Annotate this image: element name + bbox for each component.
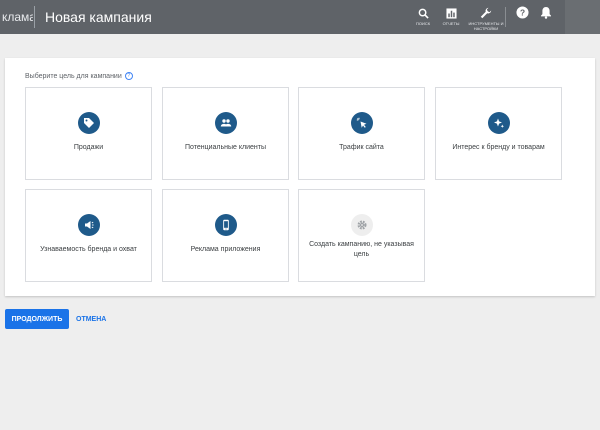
people-icon bbox=[215, 112, 237, 134]
goal-app-promotion[interactable]: Реклама приложения bbox=[162, 189, 289, 282]
goal-label: Реклама приложения bbox=[190, 246, 261, 253]
help-icon: ? bbox=[515, 6, 529, 24]
header-divider bbox=[34, 6, 35, 28]
help-button[interactable]: ? bbox=[515, 6, 529, 24]
goal-brand-awareness[interactable]: Узнаваемость бренда и охват bbox=[25, 189, 152, 282]
goal-brand-consideration[interactable]: Интерес к бренду и товарам bbox=[435, 87, 562, 180]
goal-selection-card: Выберите цель для кампании ? Продажи Пот… bbox=[5, 58, 595, 296]
phone-icon bbox=[215, 214, 237, 236]
page-title: Новая кампания bbox=[45, 9, 152, 25]
goal-sales[interactable]: Продажи bbox=[25, 87, 152, 180]
goal-label: Интерес к бренду и товарам bbox=[452, 144, 545, 151]
cancel-button[interactable]: ОТМЕНА bbox=[76, 309, 106, 329]
sparkle-icon bbox=[488, 112, 510, 134]
tag-icon bbox=[78, 112, 100, 134]
search-tool-button[interactable]: поиск bbox=[410, 0, 436, 26]
brand-name[interactable]: клама bbox=[0, 10, 33, 24]
goal-leads[interactable]: Потенциальные клиенты bbox=[162, 87, 289, 180]
megaphone-icon bbox=[78, 214, 100, 236]
header-separator bbox=[505, 7, 506, 27]
goal-label: Трафик сайта bbox=[339, 144, 384, 151]
header-tools: поиск отчеты инструменты и настройки bbox=[410, 0, 506, 34]
reports-tool-label: отчеты bbox=[442, 21, 460, 26]
tools-settings-label: инструменты и настройки bbox=[468, 21, 504, 31]
top-bar: клама Новая кампания bbox=[0, 0, 600, 34]
reports-tool-button[interactable]: отчеты bbox=[436, 0, 466, 26]
account-avatar[interactable] bbox=[565, 0, 600, 34]
goal-label: Потенциальные клиенты bbox=[184, 144, 267, 151]
goal-label: Узнаваемость бренда и охват bbox=[40, 246, 137, 253]
notifications-button[interactable] bbox=[539, 6, 553, 24]
goal-website-traffic[interactable]: Трафик сайта bbox=[298, 87, 425, 180]
search-icon bbox=[416, 6, 430, 20]
cursor-click-icon bbox=[351, 112, 373, 134]
goal-label: Создать кампанию, не указывая цель bbox=[309, 241, 414, 258]
svg-text:?: ? bbox=[519, 7, 524, 17]
goal-label: Продажи bbox=[73, 144, 104, 151]
tools-settings-button[interactable]: инструменты и настройки bbox=[466, 0, 506, 31]
bell-icon bbox=[540, 6, 552, 24]
goal-prompt-text: Выберите цель для кампании bbox=[25, 72, 122, 80]
continue-button[interactable]: ПРОДОЛЖИТЬ bbox=[5, 309, 69, 329]
goal-no-goal[interactable]: Создать кампанию, не указывая цель bbox=[298, 189, 425, 282]
gear-icon bbox=[351, 214, 373, 236]
goal-prompt: Выберите цель для кампании ? bbox=[25, 72, 133, 80]
prompt-help-icon[interactable]: ? bbox=[124, 72, 133, 80]
wrench-icon bbox=[479, 6, 493, 20]
reports-icon bbox=[444, 6, 458, 20]
search-tool-label: поиск bbox=[415, 21, 431, 26]
